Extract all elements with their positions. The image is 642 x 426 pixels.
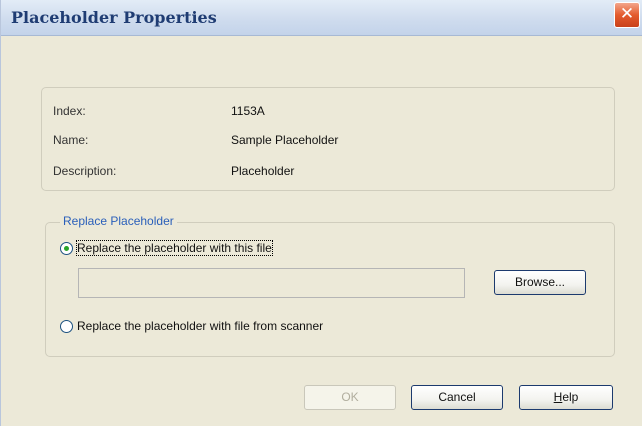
index-label: Index: — [53, 104, 86, 118]
replace-with-file-radio[interactable] — [60, 242, 73, 255]
close-icon: ✕ — [619, 4, 635, 24]
placeholder-info-panel: Index: 1153A Name: Sample Placeholder De… — [41, 87, 615, 191]
name-label: Name: — [53, 133, 89, 147]
replace-from-scanner-label[interactable]: Replace the placeholder with file from s… — [77, 319, 323, 333]
replace-placeholder-legend: Replace Placeholder — [60, 214, 177, 228]
dialog-title: Placeholder Properties — [11, 8, 217, 27]
title-bar[interactable]: Placeholder Properties ✕ — [1, 0, 642, 36]
index-value: 1153A — [231, 104, 265, 118]
replace-with-file-label[interactable]: Replace the placeholder with this file — [76, 240, 273, 256]
placeholder-properties-dialog: Placeholder Properties ✕ Index: 1153A Na… — [0, 0, 642, 426]
help-button[interactable]: Help — [519, 385, 613, 410]
help-label-rest: elp — [562, 390, 579, 404]
description-value: Placeholder — [231, 164, 295, 178]
ok-button[interactable]: OK — [304, 385, 396, 410]
browse-button[interactable]: Browse... — [494, 270, 586, 295]
replace-from-scanner-radio[interactable] — [60, 320, 73, 333]
name-value: Sample Placeholder — [231, 133, 339, 147]
file-path-input[interactable] — [78, 268, 465, 298]
description-label: Description: — [53, 164, 117, 178]
close-button[interactable]: ✕ — [614, 2, 640, 28]
cancel-button[interactable]: Cancel — [411, 385, 503, 410]
